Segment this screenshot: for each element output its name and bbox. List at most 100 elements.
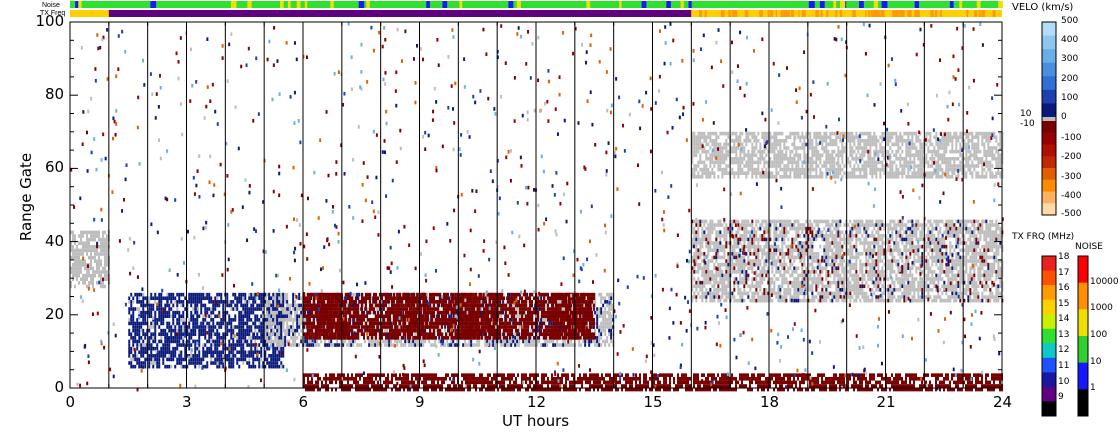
echo-cell	[519, 318, 521, 322]
echo-cell	[350, 343, 353, 347]
echo-cell	[315, 336, 317, 340]
echo-cell	[703, 280, 706, 285]
echo-cell	[192, 307, 195, 311]
echo-cell	[266, 336, 269, 340]
echo-cell	[290, 310, 293, 315]
echo-cell	[128, 318, 131, 322]
echo-cell	[208, 314, 211, 319]
txfreq-bar-segment	[767, 10, 770, 17]
echo-cell	[96, 230, 98, 235]
echo-cell	[593, 325, 595, 329]
echo-cell	[377, 318, 379, 322]
echo-cell	[337, 307, 339, 311]
echo-cell	[447, 336, 449, 340]
echo-cell	[182, 310, 185, 315]
echo-cell	[519, 307, 521, 311]
echo-cell	[703, 252, 706, 256]
echo-cell	[134, 307, 137, 311]
echo-cell	[467, 303, 469, 308]
echo-cell	[268, 364, 271, 369]
echo-cell	[174, 325, 177, 329]
echo-cell	[445, 318, 447, 322]
echo-cell	[196, 292, 199, 297]
echo-cell	[140, 314, 143, 319]
echo-cell	[136, 328, 139, 333]
echo-cell	[270, 303, 273, 308]
echo-cell	[286, 332, 289, 337]
echo-cell	[443, 310, 445, 315]
echo-cell	[148, 296, 151, 301]
echo-cell	[154, 318, 157, 322]
echo-cell	[519, 303, 521, 308]
echo-cell	[228, 328, 231, 333]
echo-cell	[270, 328, 273, 333]
echo-cell	[513, 310, 515, 315]
echo-cell	[278, 296, 281, 301]
echo-cell	[294, 314, 297, 319]
echo-cell	[596, 310, 599, 315]
echo-cell	[525, 332, 527, 337]
echo-cell	[523, 318, 525, 322]
echo-cell	[606, 300, 609, 304]
echo-cell	[693, 295, 696, 299]
echo-cell	[693, 241, 696, 245]
echo-cell	[90, 266, 92, 271]
echo-cell	[339, 328, 341, 333]
echo-cell	[172, 354, 175, 358]
echo-cell	[531, 303, 533, 308]
echo-cell	[369, 328, 371, 333]
echo-cell	[589, 292, 591, 297]
echo-cell	[212, 303, 215, 308]
echo-cell	[72, 266, 74, 271]
echo-cell	[357, 318, 359, 322]
echo-cell	[427, 310, 429, 315]
echo-cell	[507, 325, 509, 329]
echo-cell	[276, 357, 279, 362]
echo-cell	[272, 361, 275, 365]
echo-cell	[441, 310, 443, 315]
echo-cell	[533, 321, 535, 326]
echo-cell	[296, 325, 299, 329]
echo-cell	[252, 354, 255, 358]
echo-cell	[266, 292, 269, 297]
echo-cell	[309, 328, 311, 333]
echo-cell	[604, 300, 607, 304]
echo-cell	[606, 321, 609, 326]
echo-cell	[715, 280, 718, 285]
echo-cell	[300, 321, 303, 326]
echo-cell	[162, 332, 165, 337]
echo-cell	[216, 336, 219, 340]
echo-cell	[258, 328, 261, 333]
echo-cell	[697, 237, 700, 242]
echo-cell	[164, 303, 167, 308]
echo-cell	[441, 314, 443, 319]
echo-cell	[699, 237, 702, 242]
echo-cell	[498, 339, 501, 344]
echo-cell	[357, 332, 359, 337]
echo-cell	[365, 325, 367, 329]
echo-cell	[196, 314, 199, 319]
noise-bar-segment	[959, 1, 963, 8]
echo-cell	[248, 343, 251, 347]
txfreq-bar-segment	[729, 10, 731, 17]
echo-cell	[711, 291, 714, 296]
echo-cell	[200, 357, 203, 362]
echo-cell	[352, 343, 355, 347]
echo-cell	[602, 310, 605, 315]
noise-bar-segment	[976, 1, 981, 8]
echo-cell	[485, 332, 487, 337]
echo-cell	[202, 357, 205, 362]
echo-cell	[158, 354, 161, 358]
echo-cell	[468, 343, 471, 347]
echo-cell	[711, 259, 714, 263]
echo-cell	[280, 296, 283, 301]
echo-cell	[96, 281, 98, 285]
echo-cell	[531, 310, 533, 315]
echo-cell	[180, 300, 183, 304]
echo-cell	[693, 226, 696, 231]
echo-cell	[523, 336, 525, 340]
echo-cell	[182, 328, 185, 333]
echo-cell	[74, 252, 76, 256]
echo-cell	[384, 339, 387, 344]
echo-cell	[715, 234, 718, 238]
